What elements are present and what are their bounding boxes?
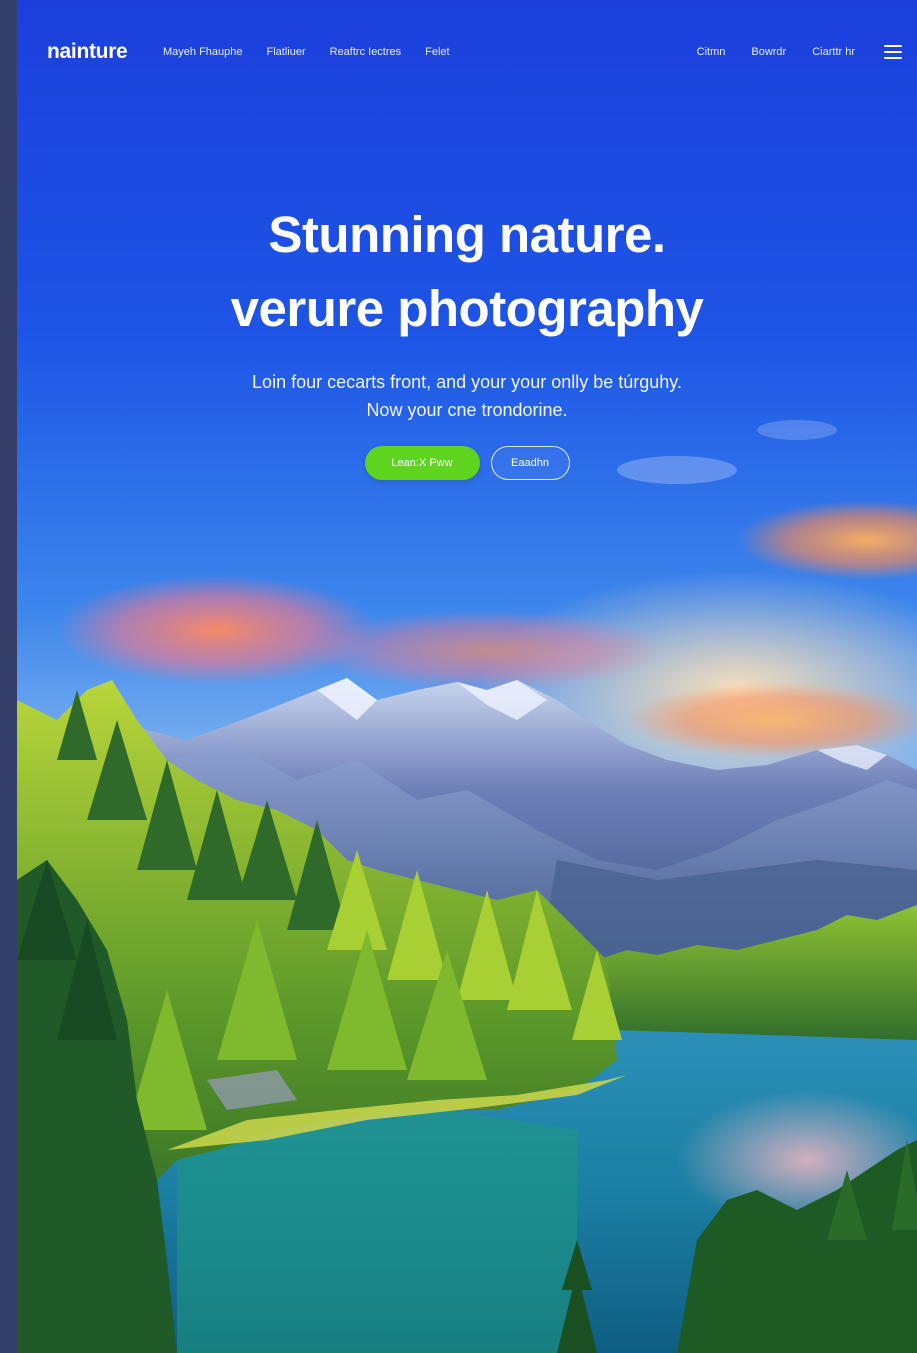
hero-cta-buttons: Lean:X Pww Eaadhn (17, 446, 917, 480)
nav-link-right-2[interactable]: Bowrdr (751, 46, 786, 58)
nav-link-right-3[interactable]: Ciarttr hr (812, 46, 855, 58)
nav-link-1[interactable]: Mayeh Fhauphe (163, 46, 243, 58)
hero-title-line-2: verure photography (230, 280, 704, 337)
hamburger-menu-icon[interactable] (884, 45, 902, 59)
hero-subtitle-line-2: Now your cne trondorine. (366, 400, 568, 420)
nav-link-3[interactable]: Reaftrc Iectres (330, 46, 402, 58)
hero-section: Stunning nature. verure photography Loin… (17, 198, 917, 424)
left-edge-strip (0, 0, 17, 1353)
primary-cta-button[interactable]: Lean:X Pww (364, 446, 480, 480)
top-navigation: nainture Mayeh Fhauphe Flatliuer Reaftrc… (17, 30, 917, 78)
secondary-cta-button[interactable]: Eaadhn (490, 446, 570, 480)
nav-link-4[interactable]: Felet (425, 46, 449, 58)
hero-title-line-1: Stunning nature. (268, 206, 666, 263)
hero-title: Stunning nature. verure photography (17, 198, 917, 346)
hero-subtitle-line-1: Loin four cecarts front, and your your o… (252, 372, 682, 392)
primary-nav-links: Mayeh Fhauphe Flatliuer Reaftrc Iectres … (163, 46, 450, 58)
nav-link-right-1[interactable]: Citmn (697, 46, 726, 58)
page-frame: nainture Mayeh Fhauphe Flatliuer Reaftrc… (17, 0, 917, 1353)
brand-logo[interactable]: nainture (47, 40, 128, 64)
secondary-nav-links: Citmn Bowrdr Ciarttr hr (697, 46, 855, 58)
nav-link-2[interactable]: Flatliuer (267, 46, 306, 58)
